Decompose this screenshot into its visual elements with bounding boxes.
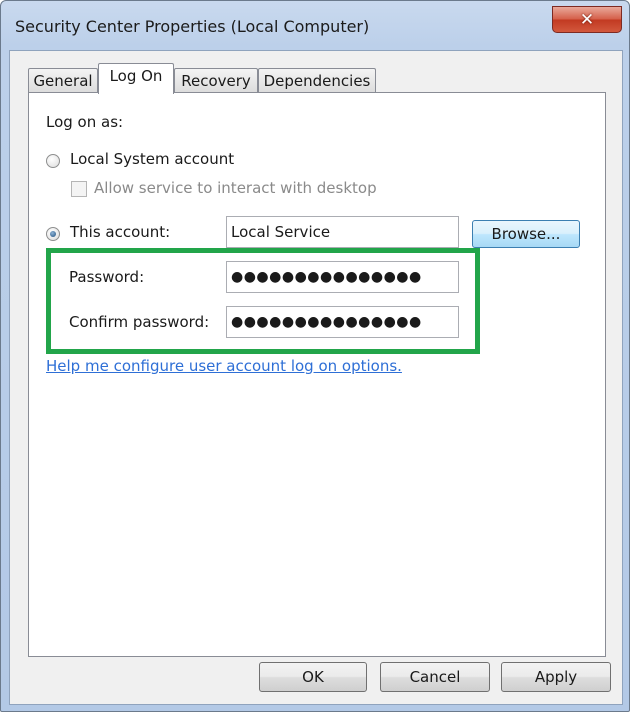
tab-log-on[interactable]: Log On [98,63,174,94]
tab-label: Dependencies [263,72,371,90]
dialog-client-area: General Log On Recovery Dependencies Log… [9,50,623,705]
cancel-button[interactable]: Cancel [380,662,490,692]
local-system-label[interactable]: Local System account [70,150,234,168]
ok-button[interactable]: OK [259,662,367,692]
browse-button-label: Browse... [491,225,561,243]
ok-button-label: OK [302,668,324,686]
title-bar[interactable]: Security Center Properties (Local Comput… [1,1,631,49]
this-account-radio[interactable] [46,227,60,241]
account-input[interactable]: Local Service [226,216,459,248]
log-on-panel: Log on as: Local System account Allow se… [28,92,606,657]
password-label: Password: [69,268,145,286]
interact-desktop-label: Allow service to interact with desktop [94,179,377,197]
local-system-radio[interactable] [46,154,60,168]
tab-recovery[interactable]: Recovery [174,68,258,93]
confirm-password-label: Confirm password: [69,313,210,331]
close-icon: ✕ [579,9,595,30]
password-input[interactable]: ●●●●●●●●●●●●●●● [226,261,459,293]
close-button[interactable]: ✕ [552,6,622,33]
help-configure-link[interactable]: Help me configure user account log on op… [46,357,402,375]
browse-button[interactable]: Browse... [472,220,580,248]
confirm-password-input[interactable]: ●●●●●●●●●●●●●●● [226,306,459,338]
tab-dependencies[interactable]: Dependencies [258,68,376,93]
this-account-label[interactable]: This account: [70,223,170,241]
log-on-as-heading: Log on as: [46,113,124,131]
tab-general[interactable]: General [28,68,98,93]
tab-label: General [33,72,93,90]
tab-label: Log On [109,67,163,85]
cancel-button-label: Cancel [409,668,461,686]
window-title: Security Center Properties (Local Comput… [15,17,370,36]
apply-button[interactable]: Apply [501,662,611,692]
apply-button-label: Apply [534,668,578,686]
tab-label: Recovery [181,72,251,90]
interact-desktop-checkbox[interactable] [71,181,87,197]
properties-dialog: Security Center Properties (Local Comput… [0,0,630,712]
